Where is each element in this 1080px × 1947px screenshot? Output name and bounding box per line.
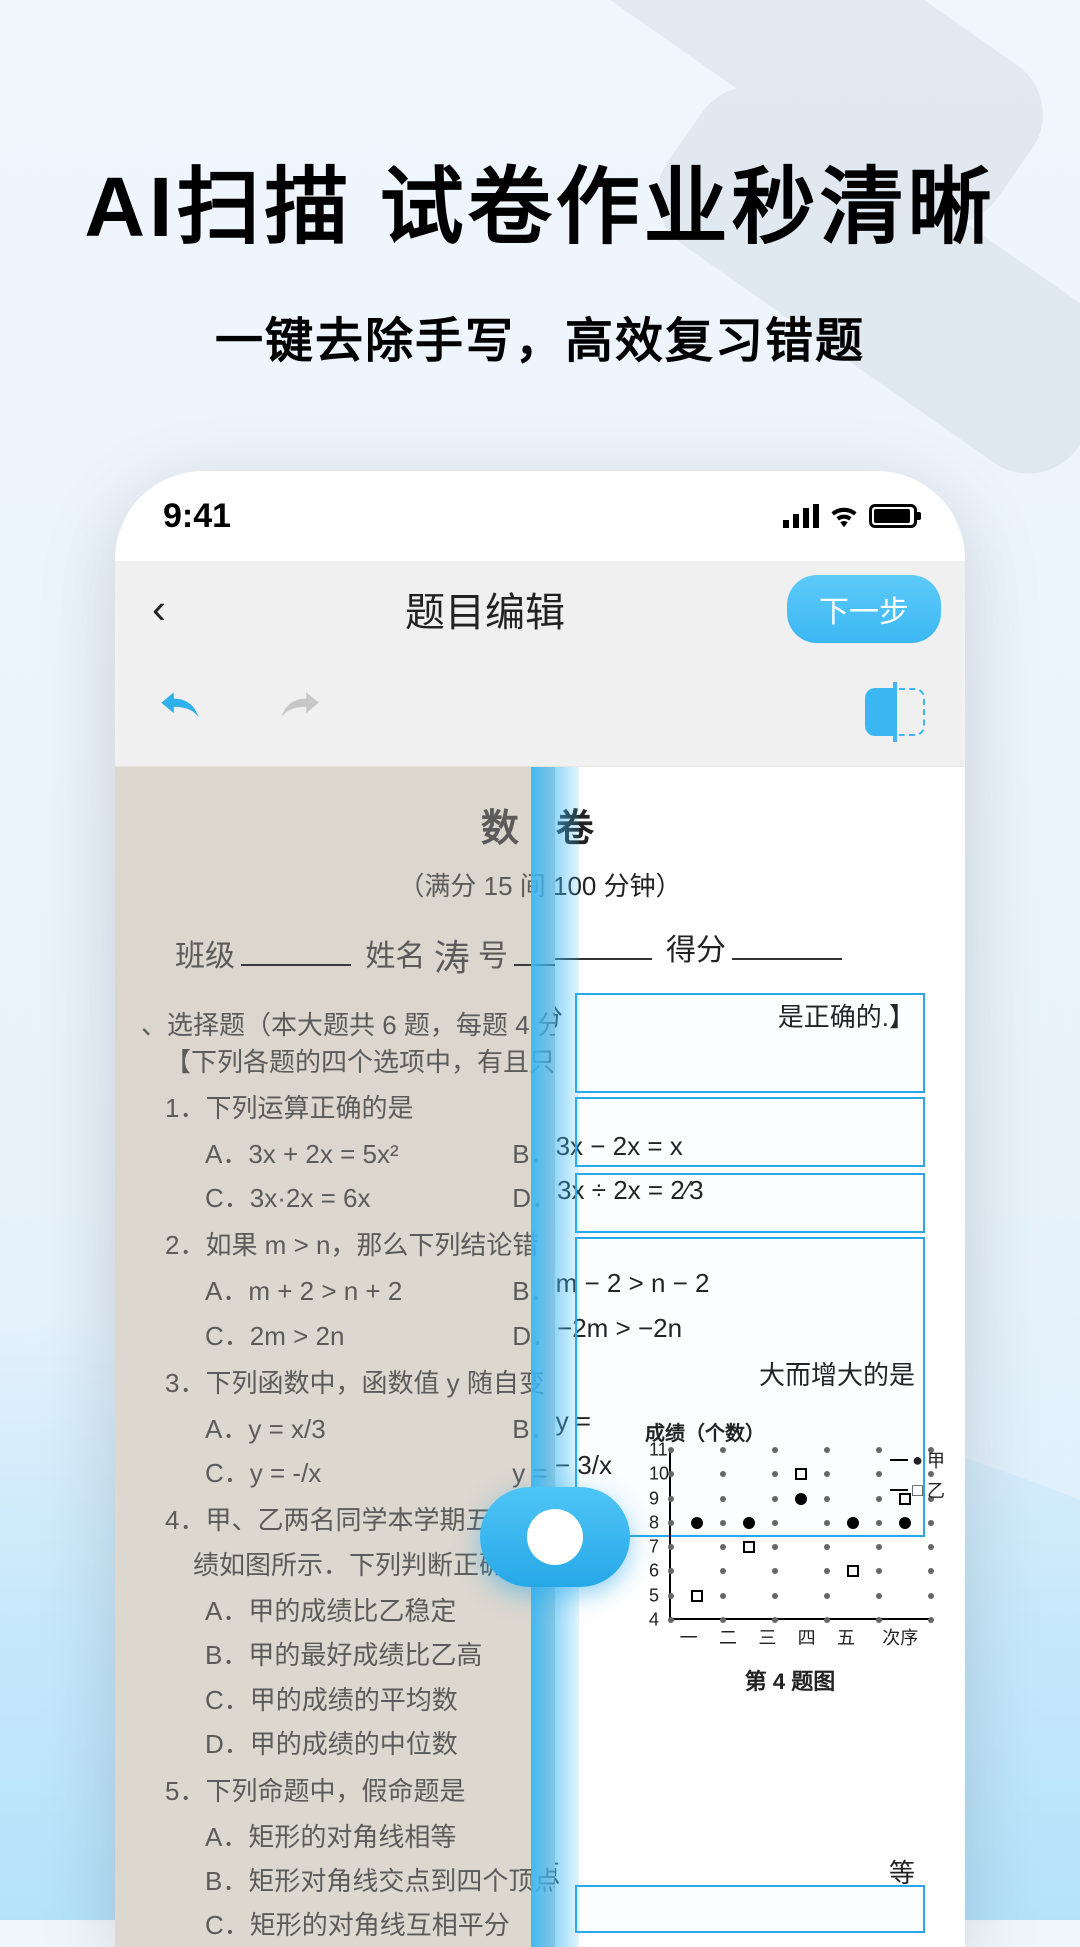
q4-A: A．甲的成绩比乙稳定	[205, 1596, 456, 1626]
q4-D: D．甲的成绩的中位数	[205, 1729, 458, 1759]
phone-mockup: 9:41 ‹ 题目编辑 下一步	[115, 471, 965, 1947]
redo-icon	[275, 684, 325, 734]
q1-C: C．3x·2x = 6x	[205, 1176, 505, 1220]
chart-legend: ●甲 □乙	[890, 1447, 945, 1507]
compare-divider-icon	[893, 682, 897, 742]
wifi-icon	[829, 504, 859, 528]
paper-title-left: 数	[481, 808, 519, 850]
compare-toggle-button[interactable]	[865, 688, 925, 736]
label-number: 号	[478, 940, 508, 973]
redo-button[interactable]	[275, 684, 325, 739]
handwritten-name: 涛	[434, 938, 470, 978]
q2-C: C．2m > 2n	[205, 1314, 505, 1358]
statusbar: 9:41	[115, 471, 965, 561]
q1-A: A．3x + 2x = 5x²	[205, 1132, 505, 1176]
section1-text: 、选择题（本大题共 6 题，每题 4 分	[141, 1010, 563, 1040]
chart-caption: 第 4 题图	[645, 1664, 935, 1696]
undo-button[interactable]	[155, 684, 205, 739]
paper-meta-left: （满分 15	[398, 871, 512, 901]
compare-left-icon	[865, 688, 893, 736]
promo-subtitle: 一键去除手写，高效复习错题	[0, 301, 1080, 371]
status-time: 9:41	[163, 497, 231, 536]
q3-C: C．y = -/x	[205, 1451, 505, 1495]
label-name: 姓名	[365, 940, 425, 973]
compare-slider-handle[interactable]	[480, 1487, 630, 1587]
next-step-label: 下一步	[819, 596, 909, 629]
back-button[interactable]: ‹	[135, 585, 183, 633]
q2-A: A．m + 2 > n + 2	[205, 1269, 505, 1313]
chart-title: 成绩（个数）	[645, 1417, 935, 1446]
q3: 3．下列函数中，函数值 y 随自变	[165, 1368, 545, 1398]
promo-title: AI扫描 试卷作业秒清晰	[0, 140, 1080, 261]
page-title: 题目编辑	[405, 580, 565, 638]
q4-chart: 成绩（个数） 4567891011 ●甲 □乙 一二三四五 次序 第 4 题图	[645, 1417, 935, 1696]
toolbar	[115, 657, 965, 767]
promo-block: AI扫描 试卷作业秒清晰 一键去除手写，高效复习错题	[0, 0, 1080, 371]
detect-box	[575, 1097, 925, 1167]
detect-box	[575, 1173, 925, 1233]
detect-box	[575, 1885, 925, 1933]
battery-icon	[869, 504, 917, 528]
detect-box	[575, 993, 925, 1093]
q5-B: B．矩形对角线交点到四个顶点	[205, 1866, 560, 1896]
label-class: 班级	[175, 940, 235, 973]
legend-b: 乙	[927, 1477, 945, 1503]
q5-A: A．矩形的对角线相等	[205, 1822, 456, 1852]
slider-knob-icon	[527, 1509, 583, 1565]
signal-icon	[783, 504, 819, 528]
next-step-button[interactable]: 下一步	[787, 575, 941, 643]
q4-C: C．甲的成绩的平均数	[205, 1685, 458, 1715]
chart-xaxis: 一二三四五 次序	[669, 1624, 929, 1650]
undo-icon	[155, 684, 205, 734]
navbar: ‹ 题目编辑 下一步	[115, 561, 965, 657]
q5-C: C．矩形的对角线互相平分	[205, 1910, 510, 1940]
q4-B: B．甲的最好成绩比乙高	[205, 1640, 482, 1670]
q3-A: A．y = x/3	[205, 1407, 505, 1451]
legend-a: 甲	[927, 1447, 945, 1473]
document-compare-area[interactable]: 数 卷 （满分 15 间 100 分钟） 班级 姓名 涛 号 得分 、选择题（本…	[115, 767, 965, 1947]
chevron-left-icon: ‹	[152, 585, 166, 633]
compare-right-icon	[899, 688, 925, 736]
